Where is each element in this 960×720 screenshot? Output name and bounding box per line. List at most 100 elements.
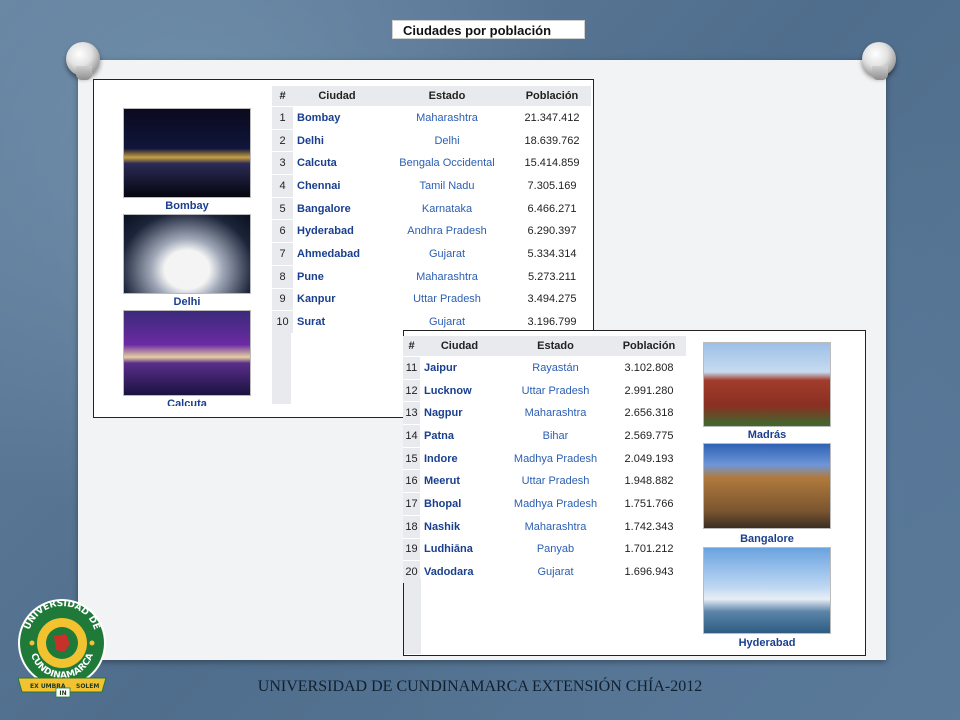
pushpin-icon-right xyxy=(862,42,896,80)
city-link[interactable]: Ludhiāna xyxy=(420,537,499,561)
population-value: 2.569.775 xyxy=(612,424,686,448)
row-number: 13 xyxy=(403,401,420,425)
table-row: 19 Ludhiāna Panyab 1.701.212 xyxy=(403,537,686,561)
city-link[interactable]: Nagpur xyxy=(420,401,499,425)
row-number: 1 xyxy=(272,106,293,130)
state-link[interactable]: Madhya Pradesh xyxy=(499,492,612,516)
calcuta-photo xyxy=(123,310,251,396)
bangalore-photo xyxy=(703,443,831,529)
city-link[interactable]: Patna xyxy=(420,424,499,448)
state-link[interactable]: Uttar Pradesh xyxy=(499,469,612,493)
table-row: 11 Jaipur Rayastán 3.102.808 xyxy=(403,356,686,380)
state-link[interactable]: Maharashtra xyxy=(499,514,612,538)
population-value: 1.696.943 xyxy=(612,560,686,583)
table-row: 5 Bangalore Karnataka 6.466.271 xyxy=(272,196,591,220)
state-link[interactable]: Bihar xyxy=(499,424,612,448)
header-city[interactable]: Ciudad xyxy=(293,86,381,107)
delhi-photo xyxy=(123,214,251,294)
hyderabad-photo xyxy=(703,547,831,634)
population-value: 2.991.280 xyxy=(612,378,686,402)
row-number: 2 xyxy=(272,128,293,152)
table-row: 9 Kanpur Uttar Pradesh 3.494.275 xyxy=(272,287,591,311)
row-number: 3 xyxy=(272,151,293,175)
population-value: 3.102.808 xyxy=(612,356,686,380)
city-link[interactable]: Meerut xyxy=(420,469,499,493)
bombay-caption[interactable]: Bombay xyxy=(123,200,251,212)
city-link[interactable]: Indore xyxy=(420,446,499,470)
slide-footer: UNIVERSIDAD DE CUNDINAMARCA EXTENSIÓN CH… xyxy=(257,678,703,695)
city-link[interactable]: Jaipur xyxy=(420,356,499,380)
row-number: 11 xyxy=(403,356,420,380)
city-link[interactable]: Delhi xyxy=(293,128,381,152)
hyderabad-caption[interactable]: Hyderabad xyxy=(703,637,831,649)
state-link[interactable]: Delhi xyxy=(381,128,513,152)
state-link[interactable]: Rayastán xyxy=(499,356,612,380)
state-link[interactable]: Maharashtra xyxy=(499,401,612,425)
table2-number-strip xyxy=(404,578,421,654)
header-number[interactable]: # xyxy=(272,86,293,107)
row-number: 12 xyxy=(403,378,420,402)
header-population[interactable]: Población xyxy=(612,336,686,357)
state-link[interactable]: Uttar Pradesh xyxy=(381,287,513,311)
city-link[interactable]: Vadodara xyxy=(420,560,499,583)
state-link[interactable]: Andhra Pradesh xyxy=(381,219,513,243)
pushpin-icon-left xyxy=(66,42,100,80)
table-row: 1 Bombay Maharashtra 21.347.412 xyxy=(272,106,591,130)
svg-text:IN: IN xyxy=(59,690,66,697)
city-link[interactable]: Hyderabad xyxy=(293,219,381,243)
madras-caption[interactable]: Madrás xyxy=(703,429,831,441)
row-number: 20 xyxy=(403,560,420,583)
city-link[interactable]: Calcuta xyxy=(293,151,381,175)
population-value: 18.639.762 xyxy=(513,128,591,152)
city-link[interactable]: Bhopal xyxy=(420,492,499,516)
state-link[interactable]: Madhya Pradesh xyxy=(499,446,612,470)
city-link[interactable]: Chennai xyxy=(293,174,381,198)
header-city[interactable]: Ciudad xyxy=(420,336,499,357)
state-link[interactable]: Bengala Occidental xyxy=(381,151,513,175)
row-number: 10 xyxy=(272,310,293,333)
table-row: 8 Pune Maharashtra 5.273.211 xyxy=(272,264,591,288)
state-link[interactable]: Tamil Nadu xyxy=(381,174,513,198)
city-link[interactable]: Kanpur xyxy=(293,287,381,311)
bangalore-caption[interactable]: Bangalore xyxy=(703,533,831,545)
row-number: 18 xyxy=(403,514,420,538)
city-link[interactable]: Ahmedabad xyxy=(293,242,381,266)
city-link[interactable]: Lucknow xyxy=(420,378,499,402)
population-value: 21.347.412 xyxy=(513,106,591,130)
table-row: 3 Calcuta Bengala Occidental 15.414.859 xyxy=(272,151,591,175)
svg-text:SOLEM: SOLEM xyxy=(76,683,99,690)
state-link[interactable]: Maharashtra xyxy=(381,264,513,288)
row-number: 7 xyxy=(272,242,293,266)
state-link[interactable]: Uttar Pradesh xyxy=(499,378,612,402)
table-row: 20 Vadodara Gujarat 1.696.943 xyxy=(403,560,686,583)
state-link[interactable]: Maharashtra xyxy=(381,106,513,130)
city-link[interactable]: Nashik xyxy=(420,514,499,538)
delhi-caption[interactable]: Delhi xyxy=(123,296,251,308)
row-number: 6 xyxy=(272,219,293,243)
population-value: 2.656.318 xyxy=(612,401,686,425)
header-state[interactable]: Estado xyxy=(499,336,612,357)
header-population[interactable]: Población xyxy=(513,86,591,107)
row-number: 16 xyxy=(403,469,420,493)
state-link[interactable]: Gujarat xyxy=(499,560,612,583)
row-number: 17 xyxy=(403,492,420,516)
row-number: 19 xyxy=(403,537,420,561)
city-link[interactable]: Bombay xyxy=(293,106,381,130)
city-link[interactable]: Pune xyxy=(293,264,381,288)
cities-table-2: # Ciudad Estado Población 11 Jaipur Rayast… xyxy=(403,336,686,583)
table-row: 16 Meerut Uttar Pradesh 1.948.882 xyxy=(403,469,686,493)
header-number[interactable]: # xyxy=(403,336,420,357)
state-link[interactable]: Panyab xyxy=(499,537,612,561)
population-value: 1.751.766 xyxy=(612,492,686,516)
population-value: 15.414.859 xyxy=(513,151,591,175)
header-state[interactable]: Estado xyxy=(381,86,513,107)
calcuta-caption[interactable]: Calcuta xyxy=(123,398,251,406)
city-link[interactable]: Surat xyxy=(293,310,381,333)
state-link[interactable]: Karnataka xyxy=(381,196,513,220)
city-link[interactable]: Bangalore xyxy=(293,196,381,220)
state-link[interactable]: Gujarat xyxy=(381,242,513,266)
table-row: 14 Patna Bihar 2.569.775 xyxy=(403,424,686,448)
population-value: 6.290.397 xyxy=(513,219,591,243)
row-number: 4 xyxy=(272,174,293,198)
row-number: 8 xyxy=(272,264,293,288)
